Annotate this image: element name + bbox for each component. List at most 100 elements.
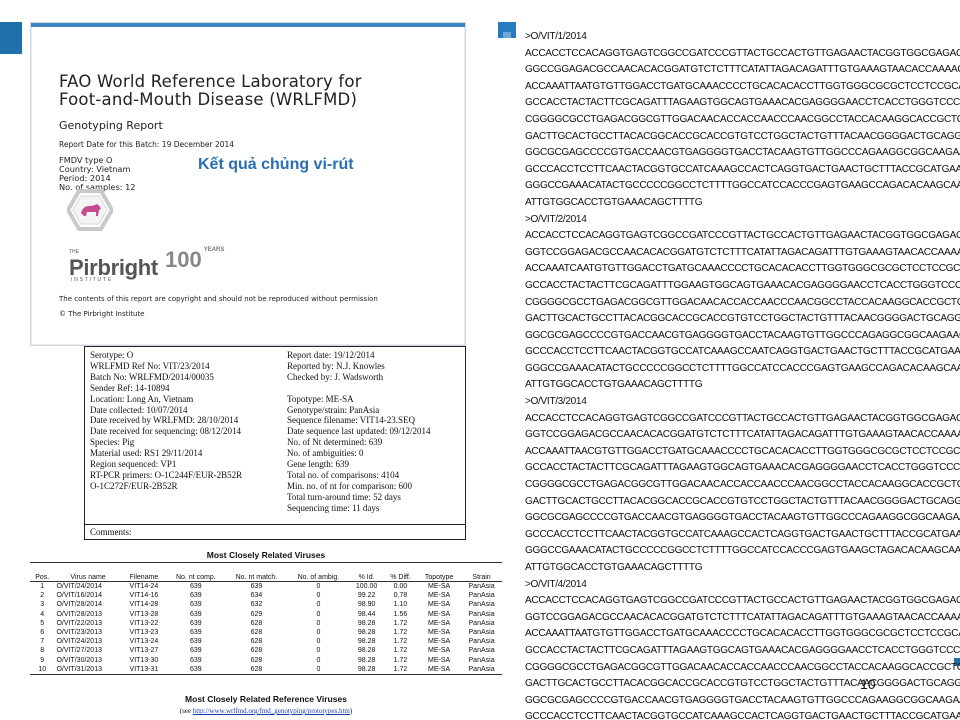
details-field: Sequencing time: 11 days: [287, 502, 380, 513]
sequence-line: GCCCACCTCCTTCAACTACGGTGCCATCAAAGCCACTCAG…: [525, 527, 960, 540]
sequence-line: GGCGCGAGCCCCGTGACCAACGTGAGGGGTGACCTACAAG…: [525, 693, 960, 706]
sequence-line: GGCGCGAGCCCCGTGACCAACGTGAGGGGTGACCTACAAG…: [525, 511, 960, 524]
table-cell: 1.72: [393, 647, 408, 655]
table-cell: 7: [40, 638, 45, 646]
table-cell: 98.44: [357, 610, 376, 618]
sequence-line: GACTTGCACTGCCTTACACGGCACCGCACCGTGTCCTGGC…: [525, 312, 960, 325]
details-field: Reported by: N.J. Knowles: [287, 360, 385, 371]
table-cell: PanAsia: [468, 583, 495, 590]
table-cell: PanAsia: [468, 638, 495, 646]
related-viruses-section: Most Closely Related Viruses Pos. Virus n…: [30, 548, 502, 720]
strain-result-label: Kết quả chủng vi-rút: [198, 156, 354, 173]
table-cell: 628: [250, 647, 263, 655]
table-cell: 639: [189, 583, 202, 590]
table-row: 1 O/VIT/24/2014 VIT14-24 639 639 0 100.00 0.00 M…: [30, 582, 502, 592]
table-cell: 639: [166, 664, 226, 676]
table-cell: ME-SA: [428, 638, 451, 646]
slide-accent-mark: [503, 32, 511, 38]
table-cell: O/VIT/30/2013: [56, 656, 102, 664]
details-right-column: Report date: 19/12/2014 Reported by: N.J.…: [287, 350, 430, 514]
table-row: 3 O/VIT/28/2014 VIT14-28 639 632 0 98.90 1.10 ME…: [30, 600, 502, 609]
table-cell: 98.90: [357, 601, 376, 609]
table-cell: 1.72: [393, 638, 408, 646]
details-field: Min. no. of nt for comparison: 600: [287, 480, 412, 491]
sequence-line: ACCAAATCAATGTGTTGGACCTGATGCAAACCCCTGCACA…: [525, 262, 960, 275]
reference-link-prefix: (see: [179, 707, 193, 715]
table-cell: 100.00: [355, 583, 378, 590]
wrlfmd-hexagon-logo: [67, 189, 113, 231]
table-cell: 0: [316, 583, 321, 590]
table-header-cell: No. nt match.: [225, 562, 288, 582]
details-field: Batch No: WRLFMD/2014/00035: [90, 371, 214, 382]
table-cell: 8: [40, 647, 45, 655]
sequence-line: GGGCCGAAACATACTGCCCCCGGCCTCTTTTGGCCATCCA…: [525, 361, 960, 374]
cover-copyright: © The Pirbright Institute: [59, 310, 145, 318]
table-cell: 1.10: [393, 601, 408, 609]
details-field: O-1C272F/EUR-2B52R: [90, 480, 178, 491]
comments-label: Comments:: [90, 527, 132, 537]
table-cell: VIT13-28: [129, 610, 159, 618]
sequence-line: ACCAAATTAACGTGTTGGACCTGATGCAAACCCCTGCACA…: [525, 444, 960, 457]
sequence-line: GGGCCGAAACATACTGCCCCCGGCCTCTTTTGGCCATCCA…: [525, 179, 960, 192]
table-cell: O/VIT/31/2013: [54, 664, 122, 676]
table-header-cell: Filename: [121, 562, 167, 582]
table-cell: 0: [316, 647, 321, 655]
table-cell: 634: [250, 592, 263, 600]
reference-link-suffix: ): [349, 707, 353, 715]
related-viruses-table: Pos. Virus name Filename No. nt comp. No. nt…: [30, 562, 502, 676]
table-cell: PanAsia: [468, 647, 495, 655]
table-cell: 639: [189, 601, 202, 609]
table-cell: 98.28: [357, 656, 376, 664]
details-field: Date received for sequencing: 08/12/2014: [90, 426, 241, 437]
table-cell: 0.00: [393, 583, 408, 590]
sequence-line: GGTCCGGAGACGCCAACACACGGATGTCTCTTTCATATTA…: [525, 245, 960, 258]
table-cell: 628: [250, 629, 263, 637]
table-cell: PanAsia: [468, 610, 495, 618]
details-field: Date collected: 10/07/2014: [90, 404, 188, 415]
details-field: Serotype: O: [90, 350, 134, 360]
sample-details-panel: Serotype: O WRLFMD Ref No: VIT/23/2014 Bat…: [84, 346, 466, 540]
table-header-cell: Topotype: [417, 562, 462, 582]
table-cell: ME-SA: [428, 583, 451, 590]
table-header-cell: Pos.: [30, 562, 55, 582]
table-row: 7 O/VIT/24/2013 VIT13-24 639 628 0 98.28 1.72 ME…: [30, 637, 502, 646]
details-field: Date received by WRLFMD: 28/10/2014: [90, 415, 239, 426]
sequence-line: ACCAAATTAATGTGTTGGACCTGATGCAAACCCCTGCACA…: [525, 79, 960, 92]
details-field: Sequence filename: VIT14-23.SEQ: [287, 415, 416, 426]
table-cell: 629: [250, 610, 263, 618]
table-header-row: Pos. Virus name Filename No. nt comp. No. nt…: [30, 562, 502, 582]
table-cell: 639: [189, 647, 202, 655]
table-cell: 628: [250, 656, 263, 664]
table-cell: 98.28: [357, 619, 376, 627]
table-cell: VIT13-23: [129, 629, 159, 637]
page-number: 10: [860, 676, 876, 692]
sequence-line: GACTTGCACTGCCTTACACGGCACCGCACCGTGTCCTGGC…: [525, 677, 960, 690]
table-row: 9 O/VIT/30/2013 VIT13-30 639 628 0 98.28 1.72 ME…: [30, 656, 502, 665]
table-cell: 0: [316, 619, 321, 627]
details-field: Date sequence last updated: 09/12/2014: [287, 426, 431, 437]
report-cover: FAO World Reference Laboratory for Foot-…: [30, 22, 466, 346]
sequence-line: ATTGTGGCACCTGTGAAACAGCTTTTG: [525, 378, 703, 391]
table-cell: ME-SA: [428, 647, 451, 655]
table-cell: O/VIT/28/2014: [56, 601, 102, 609]
table-cell: 628: [225, 664, 288, 676]
table-cell: 639: [189, 619, 202, 627]
table-row: 8 O/VIT/27/2013 VIT13-27 639 628 0 98.28 1.72 ME…: [30, 646, 502, 655]
table-cell: 1.72: [383, 664, 418, 676]
comments-row: Comments:: [85, 524, 465, 539]
table-cell: 1.72: [393, 619, 408, 627]
table-cell: VIT14-24: [129, 583, 159, 590]
reference-link[interactable]: http://www.wrlfmd.org/fmd_genotyping/pro…: [193, 707, 350, 715]
table-row: 6 O/VIT/23/2013 VIT13-23 639 628 0 98.28 1.72 ME…: [30, 628, 502, 637]
table-cell: 5: [40, 619, 45, 627]
table-cell: ME-SA: [428, 610, 451, 618]
table-cell: ME-SA: [428, 656, 451, 664]
details-field: Total no. of comparisons: 4104: [287, 469, 400, 480]
table-cell: 1.56: [393, 610, 408, 618]
table-cell: 0: [316, 656, 321, 664]
table-cell: 6: [40, 629, 45, 637]
table-cell: ME-SA: [428, 619, 451, 627]
table-cell: PanAsia: [468, 619, 495, 627]
sequence-line: GCCACCTACTACTTCGCAGATTTAGAAGTGGCAGTGAAAC…: [525, 96, 960, 109]
sequence-line: GCCCACCTCCTTCAACTACGGTGCCATCAAAGCCAATCAG…: [525, 345, 960, 358]
